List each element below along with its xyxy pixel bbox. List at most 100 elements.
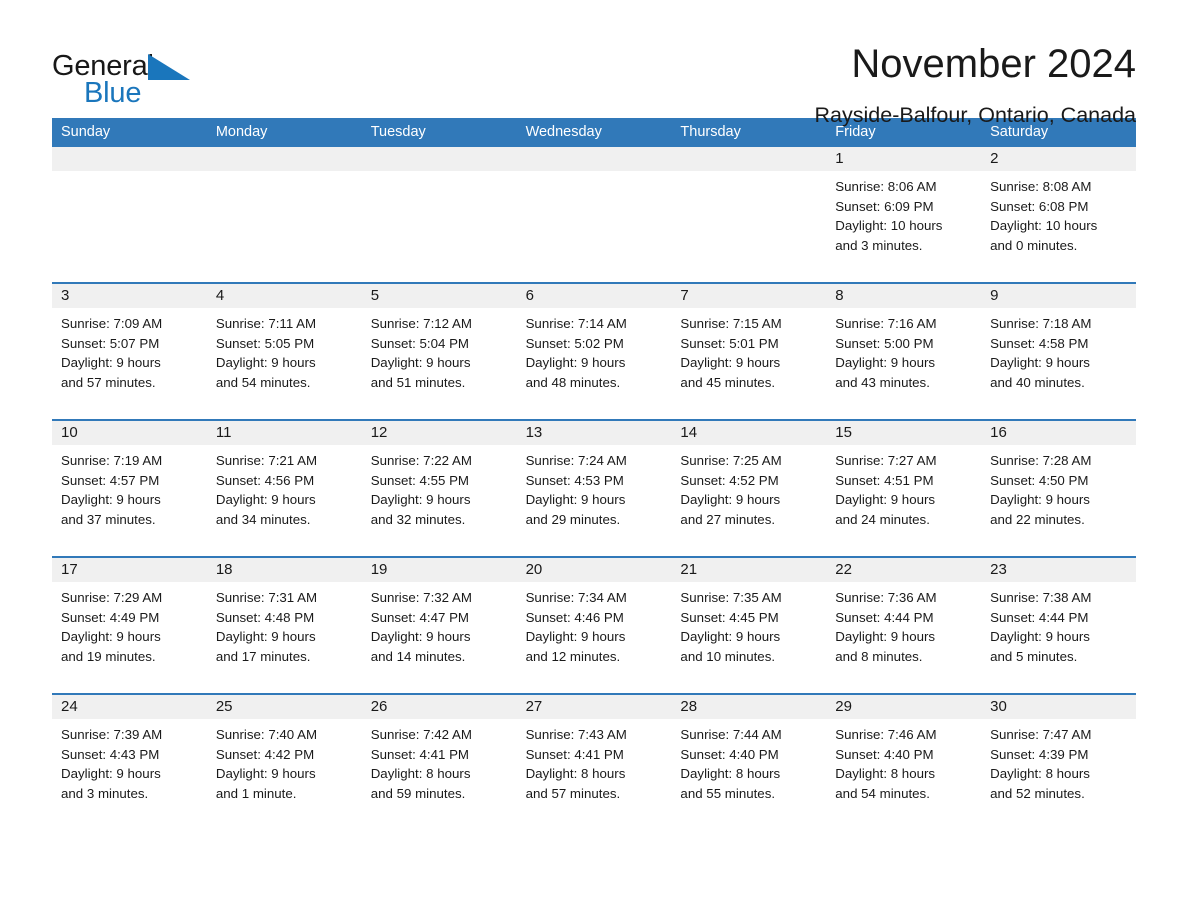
day-detail-daylight-1: Daylight: 9 hours xyxy=(61,355,161,371)
calendar-day-cell[interactable]: 23 Sunrise: 7:38 AM Sunset: 4:44 PM Dayligh… xyxy=(981,558,1136,693)
day-detail-sunrise: Sunrise: 7:34 AM xyxy=(525,590,627,605)
day-detail-daylight-1: Daylight: 9 hours xyxy=(525,492,626,508)
calendar-day-cell[interactable]: 29 Sunrise: 7:46 AM Sunset: 4:40 PM Dayligh… xyxy=(826,695,982,830)
day-detail-sunset: Sunset: 5:00 PM xyxy=(835,335,934,351)
day-detail-sunset: Sunset: 4:42 PM xyxy=(215,746,315,762)
calendar-day-cell[interactable]: 11 Sunrise: 7:21 AM Sunset: 4:56 PM Dayligh… xyxy=(206,421,362,556)
day-detail-daylight-2: and 12 minutes. xyxy=(525,649,621,665)
calendar-day-cell[interactable]: 6 Sunrise: 7:14 AM Sunset: 5:02 PM Daylight… xyxy=(516,284,672,419)
day-number xyxy=(52,147,207,171)
day-details: Sunrise: 8:06 AM Sunset: 6:09 PM Daylight:… xyxy=(826,171,981,256)
day-number: 17 xyxy=(52,558,207,582)
calendar-day-cell[interactable]: 15 Sunrise: 7:27 AM Sunset: 4:51 PM Dayligh… xyxy=(826,421,982,556)
day-number xyxy=(206,147,362,171)
generalblue-logo[interactable]: General Blue xyxy=(52,44,202,114)
calendar-day-cell[interactable]: 13 Sunrise: 7:24 AM Sunset: 4:53 PM Dayligh… xyxy=(516,421,672,556)
calendar-day-cell[interactable]: 1 Sunrise: 8:06 AM Sunset: 6:09 PM Daylight… xyxy=(826,147,982,282)
day-detail-sunset: Sunset: 4:57 PM xyxy=(61,472,160,488)
day-details: Sunrise: 7:09 AM Sunset: 5:07 PM Daylight:… xyxy=(52,308,207,393)
day-detail-daylight-2: and 5 minutes. xyxy=(990,649,1078,665)
day-details: Sunrise: 8:08 AM Sunset: 6:08 PM Daylight:… xyxy=(981,171,1136,256)
calendar-day-cell[interactable]: 22 Sunrise: 7:36 AM Sunset: 4:44 PM Dayligh… xyxy=(826,558,982,693)
day-number: 13 xyxy=(516,421,672,445)
calendar-day-cell[interactable]: 28 Sunrise: 7:44 AM Sunset: 4:40 PM Dayligh… xyxy=(671,695,827,830)
day-detail-daylight-1: Daylight: 9 hours xyxy=(215,492,316,508)
day-detail-daylight-2: and 59 minutes. xyxy=(370,786,466,802)
calendar-day-cell[interactable]: 30 Sunrise: 7:47 AM Sunset: 4:39 PM Dayligh… xyxy=(981,695,1136,830)
calendar-day-cell[interactable]: 18 Sunrise: 7:31 AM Sunset: 4:48 PM Dayligh… xyxy=(206,558,362,693)
day-detail-daylight-1: Daylight: 8 hours xyxy=(680,766,781,782)
calendar-day-cell[interactable]: 19 Sunrise: 7:32 AM Sunset: 4:47 PM Dayligh… xyxy=(361,558,517,693)
day-number xyxy=(361,147,517,171)
day-detail-daylight-2: and 1 minute. xyxy=(215,786,297,802)
day-detail-sunrise: Sunrise: 7:11 AM xyxy=(215,316,317,331)
day-detail-sunrise: Sunrise: 7:46 AM xyxy=(835,727,937,742)
calendar-day-cell[interactable]: 8 Sunrise: 7:16 AM Sunset: 5:00 PM Daylight… xyxy=(826,284,982,419)
calendar-day-cell[interactable]: 20 Sunrise: 7:34 AM Sunset: 4:46 PM Dayligh… xyxy=(516,558,672,693)
day-detail-sunrise: Sunrise: 7:18 AM xyxy=(990,316,1092,331)
calendar-day-cell[interactable]: 10 Sunrise: 7:19 AM Sunset: 4:57 PM Dayligh… xyxy=(52,421,207,556)
day-detail-daylight-2: and 29 minutes. xyxy=(525,512,621,528)
calendar-day-cell[interactable]: 5 Sunrise: 7:12 AM Sunset: 5:04 PM Daylight… xyxy=(361,284,517,419)
day-detail-sunrise: Sunrise: 7:40 AM xyxy=(215,727,318,742)
day-details: Sunrise: 7:35 AM Sunset: 4:45 PM Daylight:… xyxy=(671,582,826,667)
calendar-day-cell[interactable]: 2 Sunrise: 8:08 AM Sunset: 6:08 PM Daylight… xyxy=(981,147,1136,282)
calendar-day-cell-empty xyxy=(361,147,517,282)
calendar-week-row: 17 Sunrise: 7:29 AM Sunset: 4:49 PM Dayligh… xyxy=(52,556,1136,693)
day-detail-sunrise: Sunrise: 7:43 AM xyxy=(525,727,627,742)
day-detail-sunrise: Sunrise: 7:32 AM xyxy=(370,590,472,605)
calendar-day-cell[interactable]: 12 Sunrise: 7:22 AM Sunset: 4:55 PM Dayligh… xyxy=(361,421,517,556)
day-number: 16 xyxy=(981,421,1136,445)
day-detail-sunset: Sunset: 4:40 PM xyxy=(835,746,934,762)
calendar-day-cell[interactable]: 26 Sunrise: 7:42 AM Sunset: 4:41 PM Dayligh… xyxy=(361,695,517,830)
calendar-day-cell[interactable]: 27 Sunrise: 7:43 AM Sunset: 4:41 PM Dayligh… xyxy=(516,695,672,830)
day-detail-sunset: Sunset: 5:05 PM xyxy=(215,335,315,351)
day-details: Sunrise: 7:15 AM Sunset: 5:01 PM Daylight:… xyxy=(671,308,826,393)
calendar-day-cell[interactable]: 9 Sunrise: 7:18 AM Sunset: 4:58 PM Daylight… xyxy=(981,284,1136,419)
calendar-day-cell[interactable]: 16 Sunrise: 7:28 AM Sunset: 4:50 PM Dayligh… xyxy=(981,421,1136,556)
calendar-week-row: 24 Sunrise: 7:39 AM Sunset: 4:43 PM Dayligh… xyxy=(52,693,1136,830)
day-detail-sunrise: Sunrise: 7:16 AM xyxy=(835,316,937,331)
calendar-day-cell[interactable]: 4 Sunrise: 7:11 AM Sunset: 5:05 PM Daylight… xyxy=(206,284,362,419)
day-detail-sunset: Sunset: 4:53 PM xyxy=(525,472,624,488)
day-details: Sunrise: 7:36 AM Sunset: 4:44 PM Daylight:… xyxy=(826,582,981,667)
calendar-page: General Blue November 2024 Rayside-Balfo… xyxy=(0,0,1188,918)
calendar-day-cell[interactable]: 21 Sunrise: 7:35 AM Sunset: 4:45 PM Dayligh… xyxy=(671,558,827,693)
day-number xyxy=(516,147,672,171)
day-detail-daylight-1: Daylight: 8 hours xyxy=(990,766,1090,782)
day-detail-daylight-1: Daylight: 9 hours xyxy=(525,629,626,645)
day-detail-sunrise: Sunrise: 7:14 AM xyxy=(525,316,627,331)
day-number: 29 xyxy=(826,695,982,719)
day-details: Sunrise: 7:25 AM Sunset: 4:52 PM Daylight:… xyxy=(671,445,826,530)
day-detail-sunset: Sunset: 4:43 PM xyxy=(61,746,160,762)
calendar-day-cell[interactable]: 24 Sunrise: 7:39 AM Sunset: 4:43 PM Dayligh… xyxy=(52,695,207,830)
day-detail-daylight-1: Daylight: 9 hours xyxy=(990,629,1090,645)
calendar-day-cell[interactable]: 25 Sunrise: 7:40 AM Sunset: 4:42 PM Dayligh… xyxy=(206,695,362,830)
day-detail-sunrise: Sunrise: 7:09 AM xyxy=(61,316,163,331)
weekday-header-sunday: Sunday xyxy=(61,124,111,140)
day-detail-daylight-2: and 57 minutes. xyxy=(61,375,156,391)
day-detail-daylight-2: and 8 minutes. xyxy=(835,649,923,665)
day-number: 7 xyxy=(671,284,827,308)
calendar-day-cell[interactable]: 7 Sunrise: 7:15 AM Sunset: 5:01 PM Daylight… xyxy=(671,284,827,419)
calendar-day-cell[interactable]: 14 Sunrise: 7:25 AM Sunset: 4:52 PM Dayligh… xyxy=(671,421,827,556)
day-detail-sunset: Sunset: 4:41 PM xyxy=(370,746,470,762)
day-detail-sunrise: Sunrise: 7:39 AM xyxy=(61,727,163,742)
calendar-day-cell[interactable]: 3 Sunrise: 7:09 AM Sunset: 5:07 PM Daylight… xyxy=(52,284,207,419)
day-detail-sunrise: Sunrise: 8:06 AM xyxy=(835,179,937,194)
day-detail-daylight-2: and 24 minutes. xyxy=(835,512,930,528)
calendar-day-cell[interactable]: 17 Sunrise: 7:29 AM Sunset: 4:49 PM Dayligh… xyxy=(52,558,207,693)
calendar-day-cell-empty xyxy=(671,147,827,282)
day-details: Sunrise: 7:47 AM Sunset: 4:39 PM Daylight:… xyxy=(981,719,1136,804)
day-detail-daylight-1: Daylight: 9 hours xyxy=(370,355,471,371)
day-detail-daylight-2: and 17 minutes. xyxy=(215,649,311,665)
day-detail-sunset: Sunset: 4:50 PM xyxy=(990,472,1089,488)
day-detail-daylight-2: and 32 minutes. xyxy=(370,512,466,528)
weekday-header-thursday: Thursday xyxy=(680,124,741,140)
day-detail-daylight-2: and 54 minutes. xyxy=(215,375,311,391)
day-detail-sunrise: Sunrise: 7:35 AM xyxy=(680,590,782,605)
day-number: 21 xyxy=(671,558,827,582)
day-detail-sunset: Sunset: 4:44 PM xyxy=(835,609,934,625)
day-number: 12 xyxy=(361,421,517,445)
day-details: Sunrise: 7:38 AM Sunset: 4:44 PM Daylight:… xyxy=(981,582,1136,667)
